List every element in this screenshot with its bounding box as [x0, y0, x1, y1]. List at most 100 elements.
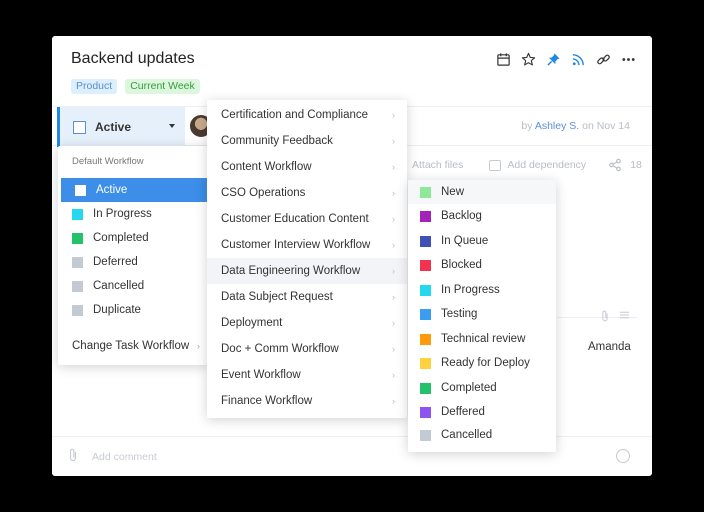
comment-input[interactable]: Add comment — [92, 451, 157, 463]
link-icon[interactable] — [596, 52, 611, 67]
status-option-cancelled[interactable]: Cancelled — [58, 274, 208, 298]
status-color-swatch — [420, 186, 431, 198]
de-status-option[interactable]: Technical review — [408, 327, 556, 351]
status-color-swatch — [420, 357, 431, 369]
workflow-header: Default Workflow — [72, 156, 144, 167]
de-status-option[interactable]: Ready for Deploy — [408, 351, 556, 375]
de-status-option[interactable]: Cancelled — [408, 423, 556, 447]
workflow-item-label: Content Workflow — [221, 161, 312, 173]
de-status-label: Technical review — [441, 333, 526, 345]
workflow-item-data-engineering[interactable]: Data Engineering Workflow › — [207, 258, 407, 284]
workflow-item[interactable]: Finance Workflow › — [207, 388, 407, 414]
author-link[interactable]: Ashley S. — [535, 120, 579, 132]
pin-icon[interactable] — [546, 52, 561, 67]
share-icon — [609, 158, 622, 172]
chevron-right-icon: › — [392, 162, 395, 172]
status-option-deferred[interactable]: Deferred — [58, 250, 208, 274]
status-checkbox-icon — [73, 120, 86, 134]
de-status-option[interactable]: Blocked — [408, 253, 556, 277]
calendar-icon[interactable] — [496, 52, 511, 67]
data-engineering-status-menu: New Backlog In Queue Blocked In Progress… — [408, 180, 556, 452]
status-label: Active — [95, 120, 132, 134]
de-status-label: In Progress — [441, 284, 500, 296]
workflow-item-label: Community Feedback — [221, 135, 333, 147]
workflow-item[interactable]: Deployment › — [207, 310, 407, 336]
chevron-right-icon: › — [392, 110, 395, 120]
de-status-option[interactable]: Backlog — [408, 204, 556, 228]
workflow-item-label: Customer Education Content — [221, 213, 369, 225]
chevron-right-icon: › — [392, 214, 395, 224]
tag-current-week[interactable]: Current Week — [125, 79, 200, 94]
de-status-label: Testing — [441, 308, 478, 320]
status-option-duplicate[interactable]: Duplicate — [58, 298, 208, 322]
star-icon[interactable] — [521, 52, 536, 67]
de-status-option[interactable]: Deffered — [408, 400, 556, 424]
paperclip-icon[interactable] — [68, 448, 78, 465]
de-status-label: Backlog — [441, 210, 482, 222]
paperclip-icon[interactable] — [600, 310, 610, 325]
workflow-item[interactable]: Doc + Comm Workflow › — [207, 336, 407, 362]
add-dependency-button[interactable]: Add dependency — [489, 159, 586, 171]
workflow-item[interactable]: Customer Education Content › — [207, 206, 407, 232]
de-status-label: Completed — [441, 382, 497, 394]
de-status-label: Blocked — [441, 259, 482, 271]
workflow-item[interactable]: CSO Operations › — [207, 180, 407, 206]
chevron-right-icon: › — [392, 396, 395, 406]
assignee-name[interactable]: Amanda — [588, 341, 631, 353]
de-status-option[interactable]: In Progress — [408, 278, 556, 302]
workflow-item[interactable]: Content Workflow › — [207, 154, 407, 180]
status-color-swatch — [72, 232, 83, 244]
status-option-in-progress[interactable]: In Progress — [58, 202, 208, 226]
workflow-item-label: Certification and Compliance — [221, 109, 369, 121]
workflow-item[interactable]: Certification and Compliance › — [207, 102, 407, 128]
task-title[interactable]: Backend updates — [71, 50, 195, 68]
status-option-completed[interactable]: Completed — [58, 226, 208, 250]
change-task-workflow-item[interactable]: Change Task Workflow › — [58, 334, 208, 358]
status-option-label: Duplicate — [93, 304, 141, 316]
task-actions: Attach files Add dependency 18 — [412, 158, 642, 172]
workflow-item-label: Deployment — [221, 317, 283, 329]
share-button[interactable]: 18 — [608, 158, 642, 172]
de-status-option[interactable]: Testing — [408, 302, 556, 326]
chevron-right-icon: › — [392, 344, 395, 354]
status-option-label: Deferred — [93, 256, 138, 268]
de-status-option[interactable]: In Queue — [408, 229, 556, 253]
de-status-option[interactable]: New — [408, 180, 556, 204]
byline-date: on Nov 14 — [582, 120, 630, 132]
de-status-label: Cancelled — [441, 429, 493, 441]
status-color-swatch — [420, 406, 431, 418]
chevron-right-icon: › — [392, 188, 395, 198]
add-dependency-label: Add dependency — [507, 159, 587, 171]
status-option-label: In Progress — [93, 208, 152, 220]
more-icon[interactable] — [621, 52, 636, 67]
attach-files-button[interactable]: Attach files — [412, 159, 463, 171]
workflow-item-label: Data Subject Request — [221, 291, 333, 303]
comment-bar: Add comment — [52, 436, 652, 476]
share-count: 18 — [630, 159, 642, 171]
workflow-item[interactable]: Customer Interview Workflow › — [207, 232, 407, 258]
tag-product[interactable]: Product — [71, 79, 118, 94]
status-option-label: Completed — [93, 232, 149, 244]
status-dropdown-button[interactable]: Active — [57, 107, 185, 147]
list-icon[interactable] — [619, 310, 630, 323]
status-color-swatch — [420, 284, 431, 296]
chevron-right-icon: › — [392, 240, 395, 250]
workflow-item-label: Doc + Comm Workflow — [221, 343, 339, 355]
status-color-swatch — [72, 208, 83, 220]
status-option-active[interactable]: Active — [61, 178, 208, 202]
status-menu: Default Workflow Active In Progress Comp… — [58, 146, 208, 365]
workflow-item-label: Data Engineering Workflow — [221, 265, 361, 277]
smile-icon[interactable] — [616, 449, 630, 463]
status-color-swatch — [420, 382, 431, 394]
rss-icon[interactable] — [571, 52, 586, 67]
de-status-label: Ready for Deploy — [441, 357, 530, 369]
workflow-item-label: Finance Workflow — [221, 395, 313, 407]
workflow-item[interactable]: Data Subject Request › — [207, 284, 407, 310]
workflow-item[interactable]: Event Workflow › — [207, 362, 407, 388]
status-option-label: Cancelled — [93, 280, 145, 292]
status-color-swatch — [420, 259, 431, 271]
de-status-label: New — [441, 186, 465, 198]
workflow-item[interactable]: Community Feedback › — [207, 128, 407, 154]
de-status-option[interactable]: Completed — [408, 376, 556, 400]
chevron-right-icon: › — [392, 266, 395, 276]
